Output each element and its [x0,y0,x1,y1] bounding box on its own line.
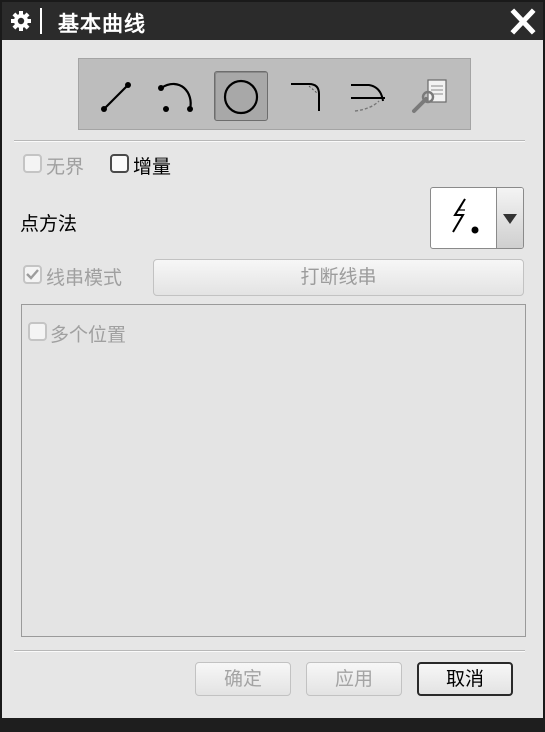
multiple-positions-label: 多个位置 [50,324,127,346]
fillet-tool-button[interactable] [279,71,333,121]
incremental-label: 增量 [133,156,172,178]
trim-icon [351,84,385,112]
point-method-label: 点方法 [20,213,78,235]
multiple-positions-checkbox[interactable] [28,322,47,341]
title-bar[interactable]: 基本曲线 [2,2,543,40]
string-mode-label: 线串模式 [46,267,123,289]
unbounded-checkbox[interactable] [23,154,42,173]
incremental-checkbox[interactable] [110,154,129,173]
break-string-button[interactable]: 打断线串 [153,259,524,296]
basic-curves-dialog: 基本曲线 无界 增量 点方法 线串模式 打断线串 多个位置 确定 应用 取消 [0,0,545,732]
ok-button[interactable]: 确定 [195,662,291,696]
window-bottom-border [0,718,545,732]
unbounded-label: 无界 [46,156,85,178]
title-separator [40,8,42,34]
line-icon [101,82,131,112]
curve-type-toolbar [78,58,471,130]
cancel-button[interactable]: 取消 [417,662,513,696]
fillet-icon [291,83,320,111]
circle-tool-button[interactable] [214,71,268,121]
chevron-down-icon [503,214,517,224]
arc-icon [158,82,193,112]
point-method-dropdown[interactable] [430,187,524,249]
edit-curve-parameters-icon [412,79,447,113]
gear-icon[interactable] [10,10,32,32]
checkmark-icon [26,269,39,280]
line-tool-button[interactable] [91,71,145,121]
apply-button[interactable]: 应用 [306,662,402,696]
trim-tool-button[interactable] [341,71,395,121]
separator [14,140,525,142]
edit-curve-parameters-button[interactable] [404,71,458,121]
arc-tool-button[interactable] [150,71,204,121]
close-icon[interactable] [505,5,541,38]
point-method-dropdown-arrow[interactable] [496,188,523,248]
dialog-title: 基本曲线 [58,12,146,36]
options-panel: 多个位置 [21,304,526,637]
circle-icon [223,79,259,115]
separator [14,650,525,652]
string-mode-checkbox[interactable] [23,265,42,284]
